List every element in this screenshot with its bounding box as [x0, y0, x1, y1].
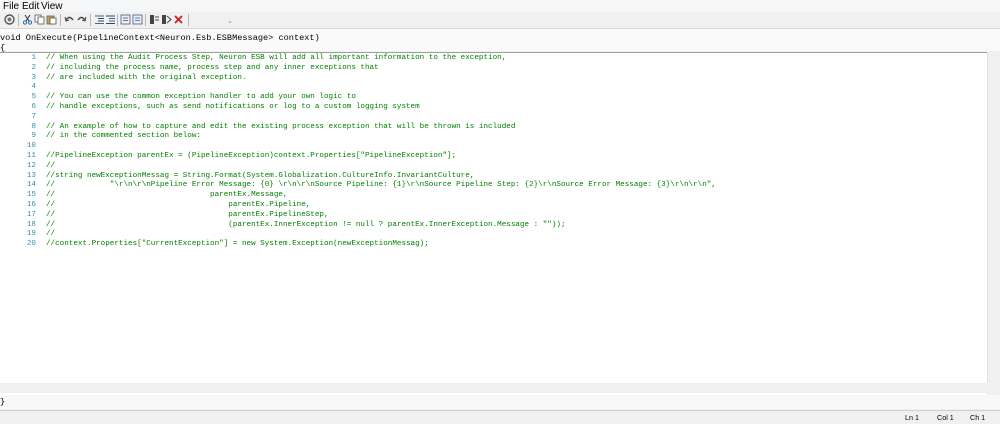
- bookmark-next-icon[interactable]: [161, 14, 172, 25]
- cut-icon[interactable]: [22, 14, 33, 25]
- uncomment-icon[interactable]: [132, 14, 143, 25]
- code-line[interactable]: //: [46, 230, 55, 240]
- status-bar: Ln 1 Col 1 Ch 1: [0, 410, 1000, 424]
- undo-icon[interactable]: [64, 14, 75, 25]
- line-number: 14: [26, 181, 36, 190]
- outdent-icon[interactable]: [94, 14, 105, 25]
- redo-icon[interactable]: [76, 14, 87, 25]
- status-column: Col 1: [937, 413, 954, 422]
- code-line[interactable]: // When using the Audit Process Step, Ne…: [46, 54, 506, 64]
- line-number: 7: [31, 112, 36, 121]
- method-footer: }: [0, 395, 1000, 409]
- line-number: 15: [26, 191, 36, 200]
- line-number: 4: [31, 83, 36, 92]
- code-line[interactable]: // (parentEx.InnerException != null ? pa…: [46, 221, 566, 231]
- line-number: 3: [31, 73, 36, 82]
- code-line[interactable]: // parentEx.Pipeline,: [46, 201, 310, 211]
- horizontal-scrollbar[interactable]: [0, 383, 988, 393]
- connect-icon[interactable]: [4, 14, 15, 25]
- line-number: 5: [31, 93, 36, 102]
- code-line[interactable]: // are included with the original except…: [46, 74, 247, 84]
- menu-view[interactable]: View: [41, 1, 63, 12]
- toolbar-separator: [117, 14, 118, 26]
- code-line[interactable]: //string newExceptionMessag = String.For…: [46, 172, 474, 182]
- line-number: 2: [31, 63, 36, 72]
- line-number: 10: [26, 142, 36, 151]
- code-line[interactable]: //context.Properties["CurrentException"]…: [46, 240, 429, 250]
- code-line[interactable]: // in the commented section below:: [46, 132, 201, 142]
- paste-icon[interactable]: [46, 14, 57, 25]
- menu-bar: File Edit View: [0, 0, 1000, 12]
- toolbar-separator: [60, 14, 61, 26]
- toolbar-separator: [188, 14, 189, 26]
- toolbar-separator: [18, 14, 19, 26]
- line-number: 16: [26, 201, 36, 209]
- bookmark-icon[interactable]: [149, 14, 160, 25]
- menu-edit[interactable]: Edit: [22, 1, 39, 12]
- line-number: 17: [26, 210, 36, 219]
- line-number: 6: [31, 103, 36, 111]
- closing-brace: }: [0, 397, 6, 407]
- code-line[interactable]: // handle exceptions, such as send notif…: [46, 103, 420, 113]
- code-line[interactable]: // including the process name, process s…: [46, 64, 379, 74]
- menu-file[interactable]: File: [3, 1, 19, 12]
- line-number: 1: [31, 54, 36, 62]
- toolbar-separator: [90, 14, 91, 26]
- status-line: Ln 1: [905, 413, 919, 422]
- vertical-scrollbar[interactable]: [987, 52, 1000, 394]
- toolbar-separator: [145, 14, 146, 26]
- copy-icon[interactable]: [34, 14, 45, 25]
- code-line[interactable]: // "\r\n\r\nPipeline Error Message: {0} …: [46, 181, 716, 191]
- status-char: Ch 1: [970, 413, 986, 422]
- comment-icon[interactable]: [120, 14, 131, 25]
- line-number-gutter: 1 2 3 4 5 6 7 8 9 10 11 12 13 14 15 16 17 18 19 20: [0, 53, 40, 395]
- code-line[interactable]: //PipelineException parentEx = (Pipeline…: [46, 152, 456, 162]
- code-line[interactable]: //: [46, 162, 55, 172]
- indent-icon[interactable]: [105, 14, 116, 25]
- close-icon[interactable]: [173, 14, 184, 25]
- line-number: 12: [26, 161, 36, 170]
- toolbar-overflow-icon[interactable]: ⌄: [227, 18, 233, 25]
- code-line[interactable]: // An example of how to capture and edit…: [46, 123, 515, 133]
- line-number: 11: [26, 152, 36, 160]
- line-number: 8: [31, 122, 36, 131]
- line-number: 18: [26, 220, 36, 229]
- code-line[interactable]: // parentEx.Message,: [46, 191, 288, 201]
- line-number: 20: [26, 240, 36, 249]
- toolbar: [0, 12, 1000, 29]
- method-signature: void OnExecute(PipelineContext<Neuron.Es…: [0, 29, 1000, 53]
- signature-line: void OnExecute(PipelineContext<Neuron.Es…: [0, 33, 320, 43]
- line-number: 19: [26, 230, 36, 239]
- line-number: 13: [26, 171, 36, 180]
- line-number: 9: [31, 132, 36, 141]
- code-line[interactable]: // You can use the common exception hand…: [46, 93, 356, 103]
- code-editor[interactable]: 1 2 3 4 5 6 7 8 9 10 11 12 13 14 15 16 17 18 19 20 // When …: [0, 52, 988, 396]
- code-line[interactable]: // parentEx.PipelineStep,: [46, 211, 329, 221]
